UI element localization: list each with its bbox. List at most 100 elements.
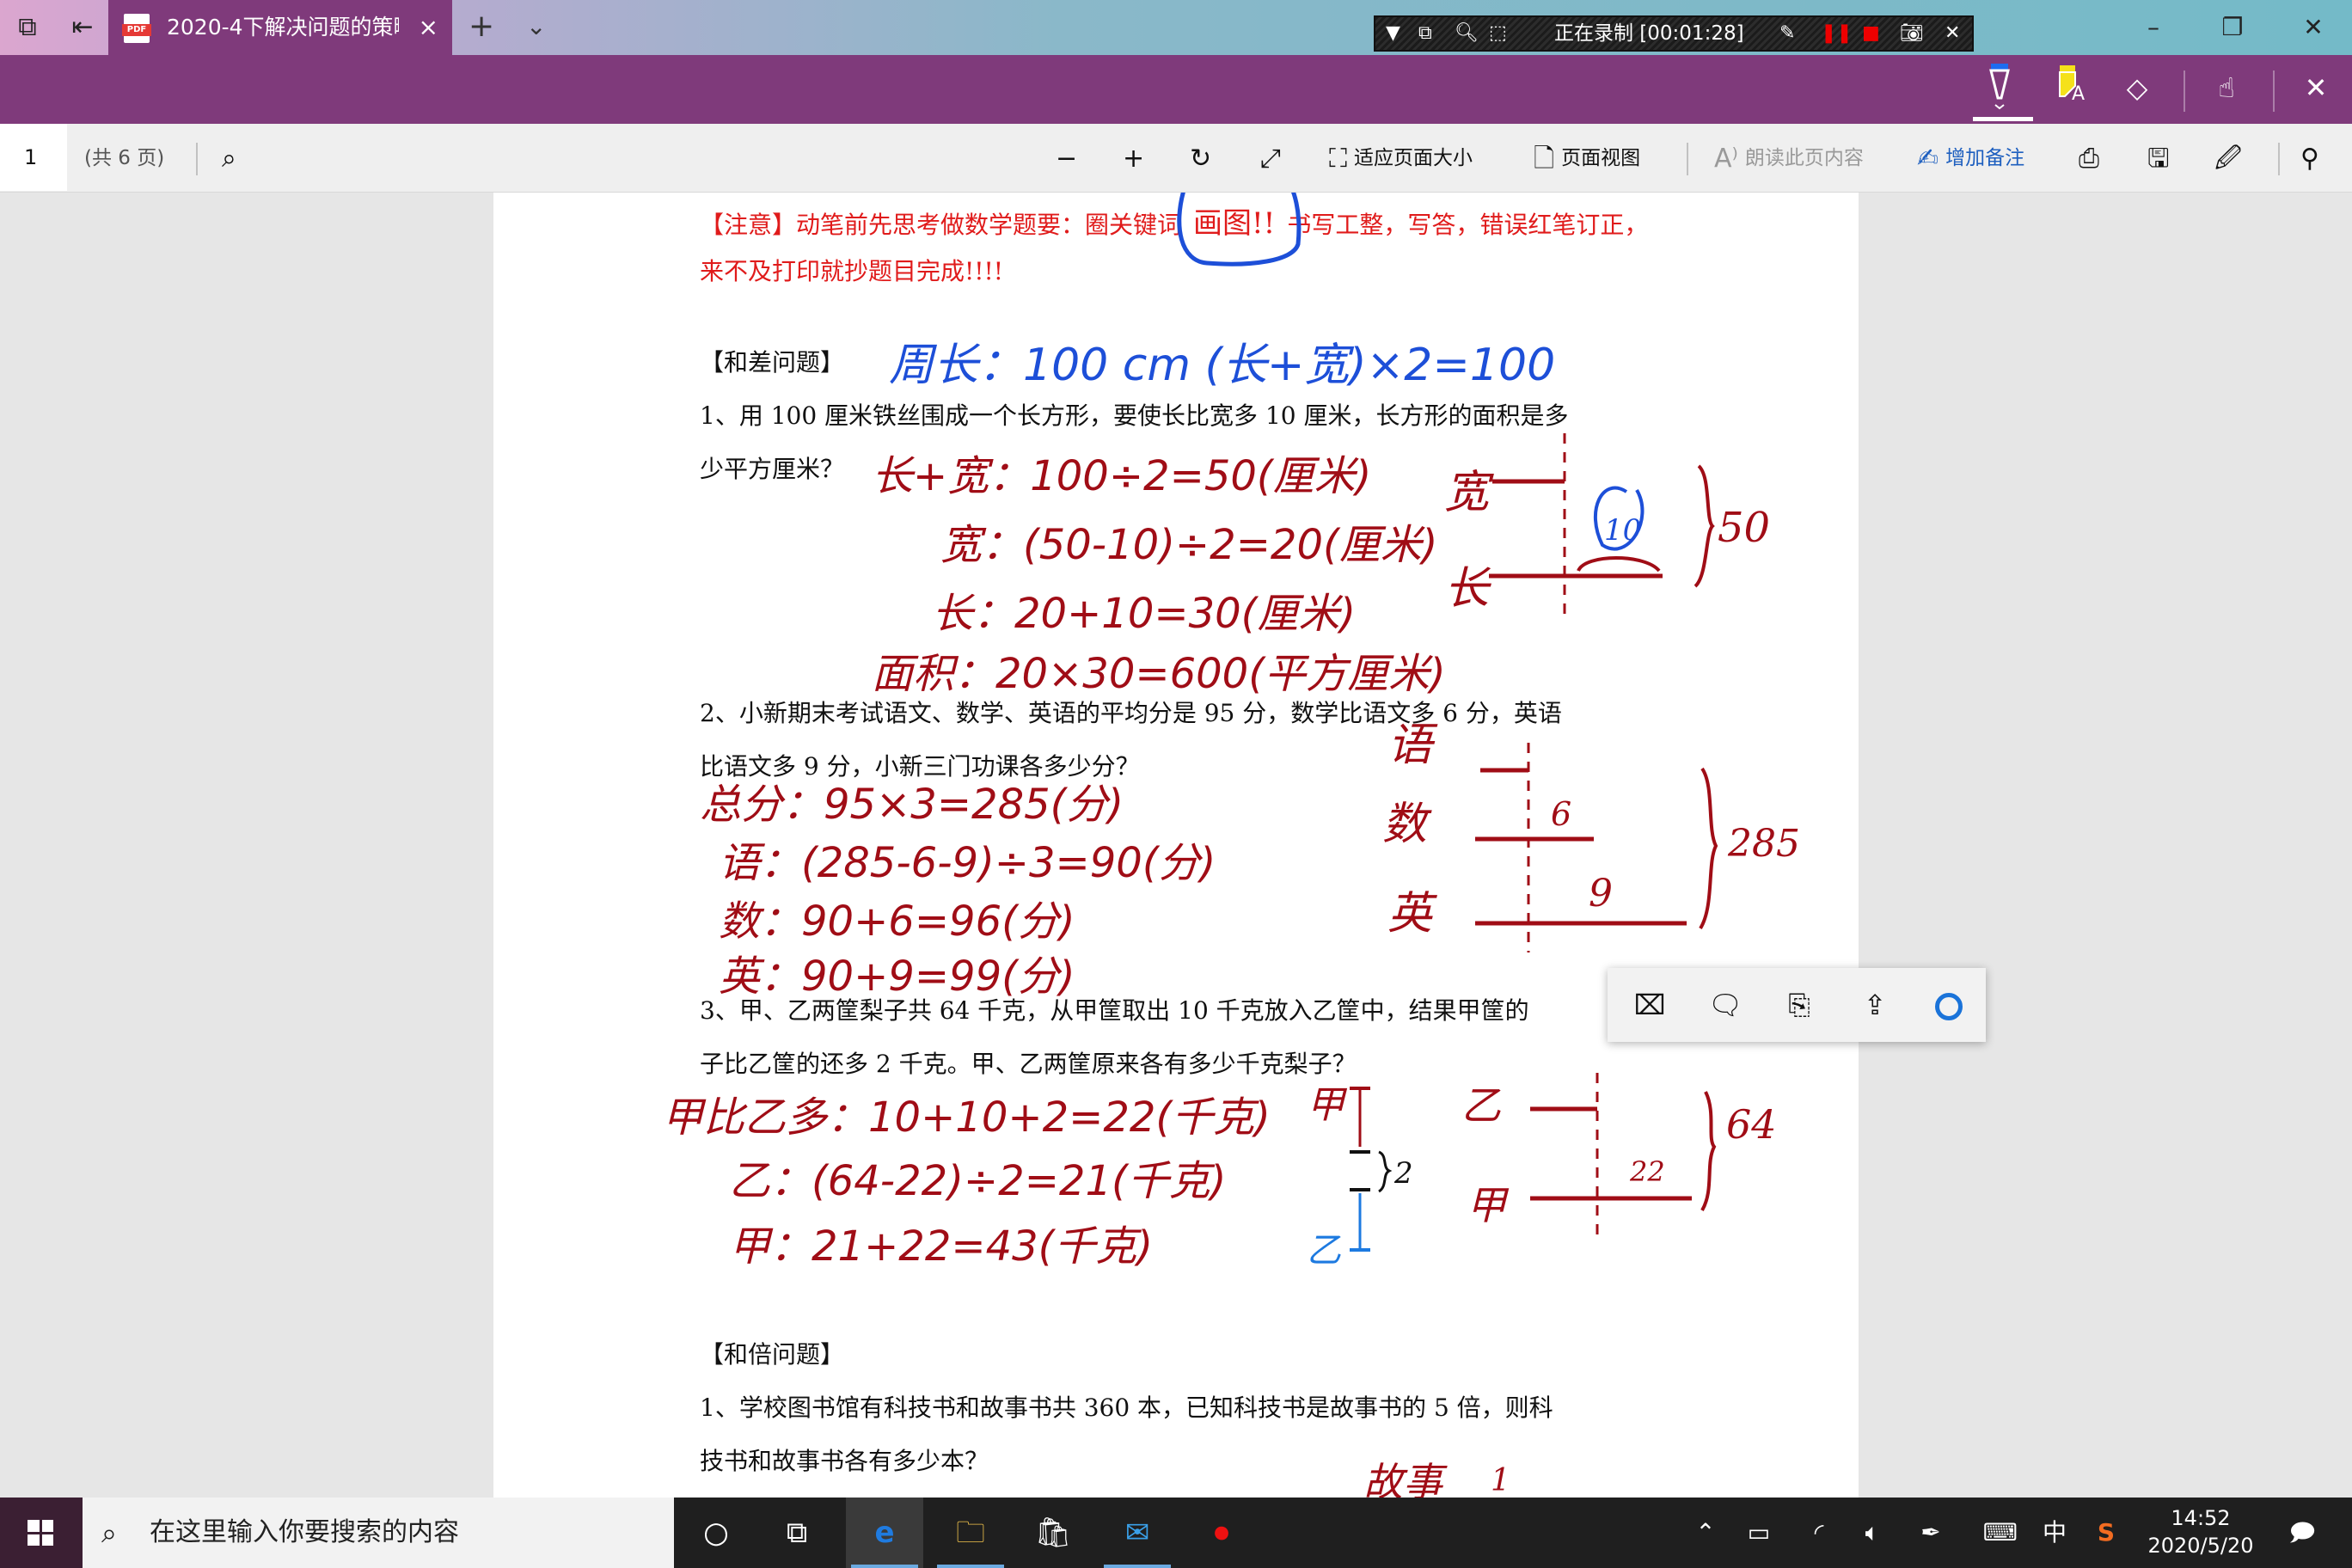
minimize-button[interactable]: – [2115, 0, 2192, 55]
taskbar-search-box[interactable]: ⌕ 在这里输入你要搜索的内容 [83, 1498, 674, 1568]
ink-context-menu: ⌧ 🗨︎ ⎘ ⇪ [1608, 968, 1986, 1042]
add-notes-button[interactable]: ✍︎ 增加备注 [1917, 124, 2024, 193]
ink-q3-label-jia-right: 甲 [1467, 1182, 1510, 1228]
page-number-input[interactable]: 1 [0, 124, 67, 191]
ink-toolbar: A ◇ ☝︎ ✕ [0, 55, 2352, 124]
fit-page-icon: ⛶ [1329, 143, 1347, 174]
volume-icon[interactable]: 🔈︎ [1855, 1498, 1890, 1568]
ink-q1-diff-value: 10 [1604, 513, 1641, 548]
svg-text:A: A [2072, 83, 2085, 105]
touch-keyboard-icon[interactable]: ⌨ [1979, 1498, 2022, 1568]
recorder-close-icon[interactable]: ✕ [1945, 17, 1960, 50]
tab-title: 2020-4下解决问题的策略 [167, 15, 399, 40]
translate-icon[interactable]: ⌧ [1628, 983, 1671, 1026]
recorder-pause-icon[interactable]: ❚❚ [1821, 17, 1853, 50]
ink-q3-gap-brace [1378, 1150, 1393, 1193]
tab-list-button[interactable]: ⌄ [526, 12, 546, 40]
highlighter-icon[interactable]: A [2044, 62, 2096, 113]
cortana-button[interactable]: ○ [677, 1498, 755, 1568]
ink-q2-diff-english: 9 [1589, 872, 1613, 916]
ink-q3-sum-brace [1700, 1091, 1717, 1212]
edge-taskbar-icon[interactable]: e [846, 1498, 923, 1568]
ink-q3-sum-value: 64 [1726, 1101, 1777, 1148]
tab-preview-icon[interactable]: ⧉ [12, 12, 43, 43]
close-button[interactable]: ✕ [2275, 0, 2352, 55]
pen-workspace-icon[interactable]: ✒ [1914, 1498, 1948, 1568]
rotate-icon[interactable]: ↻ [1190, 124, 1218, 193]
cortana-icon[interactable] [1927, 983, 1970, 1026]
sogou-ime-icon[interactable]: S [2089, 1498, 2123, 1568]
fit-page-button[interactable]: ⛶ 适应页面大小 [1329, 124, 1473, 193]
action-center-icon[interactable]: 🗩︎ [2276, 1498, 2328, 1568]
divider [1687, 143, 1688, 175]
ink-q4-mark: 1 [1491, 1463, 1510, 1498]
clock-date: 2020/5/20 [2147, 1534, 2254, 1558]
eraser-icon[interactable]: ◇ [2111, 62, 2163, 113]
ink-q3-gap-value: 2 [1393, 1156, 1413, 1191]
ink-q3-diff-value: 22 [1629, 1155, 1665, 1188]
pdf-page: 【注意】动笔前先思考做数学题要：圈关键词 画图!! 书写工整，写答，错误红笔订正， … [493, 193, 1859, 1498]
pdf-toolbar: 1 (共 6 页) ⌕ − + ↻ ⤢ ⛶ 适应页面大小 🗋︎ 页面视图 A⁾ 朗读此… [0, 124, 2352, 193]
tab-document[interactable]: 2020-4下解决问题的策略 × [108, 0, 452, 55]
pdf-viewer[interactable]: 【注意】动笔前先思考做数学题要：圈关键词 画图!! 书写工整，写答，错误红笔订正， … [0, 193, 2352, 1498]
ink-q3-label-jia: 甲 [1307, 1083, 1348, 1127]
zoom-in-icon[interactable]: + [1123, 124, 1151, 193]
recorder-menu-icon[interactable]: ▼ [1386, 17, 1400, 50]
recorder-window-icon[interactable]: ⧉ [1418, 17, 1432, 50]
divider [2273, 70, 2275, 112]
restore-button[interactable]: ❐ [2194, 0, 2271, 55]
ink-q1-sum-value: 50 [1718, 504, 1770, 552]
recorder-stop-icon[interactable]: ■ [1862, 17, 1880, 50]
windows-logo-icon [28, 1520, 53, 1546]
recorder-zoom-icon[interactable]: 🔍︎ [1455, 17, 1479, 50]
exit-ink-icon[interactable]: ✕ [2290, 62, 2342, 113]
show-hidden-icons-button[interactable]: ⌃ [1688, 1498, 1723, 1568]
divider [2278, 143, 2280, 175]
fullscreen-icon[interactable]: ⤢ [1260, 124, 1288, 193]
system-clock[interactable]: 14:52 2020/5/20 [2132, 1504, 2269, 1559]
store-icon[interactable]: 🛍︎ [1014, 1498, 1092, 1568]
ime-indicator[interactable]: 中 [2037, 1498, 2072, 1568]
ink-q3-label-yi: 乙 [1461, 1082, 1501, 1129]
pin-toolbar-icon[interactable]: ⚲ [2300, 124, 2326, 193]
set-tabs-aside-icon[interactable]: ⇤ [67, 12, 98, 43]
file-explorer-icon[interactable]: 🗀 [932, 1498, 1009, 1568]
save-as-icon[interactable]: 🖉︎ [2214, 124, 2249, 193]
mail-icon[interactable]: ✉ [1099, 1498, 1176, 1568]
print-icon[interactable]: ⎙ [2079, 124, 2106, 193]
copy-icon[interactable]: ⎘ [1778, 983, 1821, 1026]
recorder-pen-icon[interactable]: ✎ [1779, 17, 1795, 50]
ink-q2-sum-brace [1699, 767, 1718, 930]
recording-status: 正在录制 [00:01:28] [1554, 22, 1744, 45]
page-view-button[interactable]: 🗋︎ 页面视图 [1534, 124, 1640, 193]
recorder-region-icon[interactable]: ⬚ [1489, 17, 1507, 50]
ink-q1-diff-brace [1577, 556, 1661, 573]
screen-recorder-taskbar-icon[interactable]: ⏺ [1183, 1498, 1260, 1568]
save-icon[interactable]: 🖫︎ [2147, 124, 2177, 193]
read-aloud-label: 朗读此页内容 [1744, 147, 1864, 169]
ballpoint-pen-icon[interactable] [1974, 62, 2025, 113]
recorder-screenshot-icon[interactable]: 📷︎ [1900, 17, 1924, 50]
search-icon: ⌕ [101, 1516, 117, 1549]
tab-close-button[interactable]: × [419, 0, 438, 55]
start-button[interactable] [0, 1498, 83, 1568]
pen-selected-indicator [1973, 117, 2033, 121]
fit-page-label: 适应页面大小 [1354, 147, 1473, 169]
ink-diagrams: 宽 长 10 50 语 数 英 6 9 285 甲 乙 2 乙 甲 22 64 … [1177, 193, 1800, 1498]
touch-writing-icon[interactable]: ☝︎ [2201, 62, 2252, 113]
comment-icon[interactable]: 🗨︎ [1704, 983, 1747, 1026]
read-aloud-button[interactable]: A⁾ 朗读此页内容 [1714, 124, 1864, 193]
task-view-button[interactable]: ⧉ [758, 1498, 836, 1568]
new-tab-button[interactable]: + [469, 9, 494, 44]
ink-q3-label-yi-blue: 乙 [1307, 1231, 1341, 1271]
ink-q1-sum-brace [1694, 464, 1715, 588]
zoom-out-icon[interactable]: − [1056, 124, 1084, 193]
wifi-icon[interactable]: ◜ [1802, 1498, 1836, 1568]
share-icon[interactable]: ⇪ [1853, 983, 1896, 1026]
pdf-icon [122, 14, 151, 43]
ink-q2-label-math: 数 [1382, 799, 1432, 850]
search-icon[interactable]: ⌕ [222, 124, 243, 193]
page-view-label: 页面视图 [1561, 147, 1641, 169]
battery-icon[interactable]: ▭ [1742, 1498, 1776, 1568]
ink-q1-label-width: 宽 [1444, 467, 1494, 518]
